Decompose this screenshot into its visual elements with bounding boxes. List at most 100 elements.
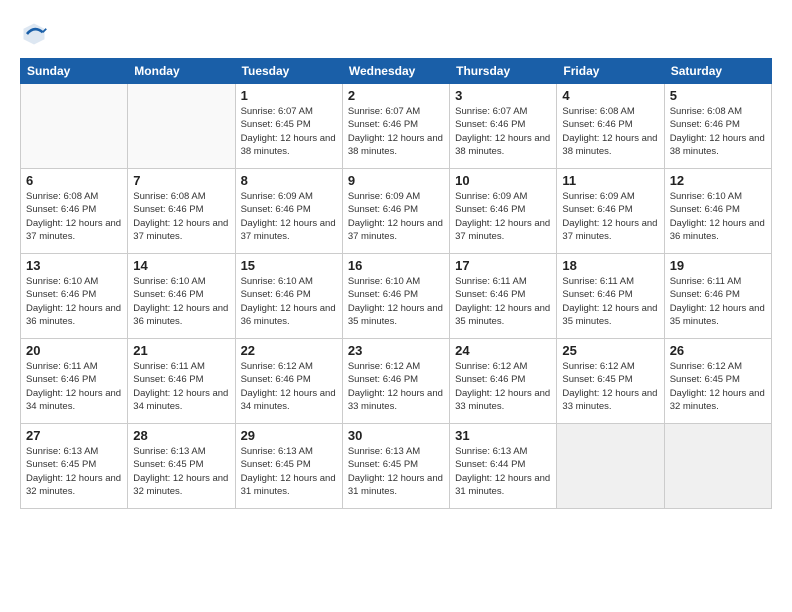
day-info: Sunrise: 6:11 AM Sunset: 6:46 PM Dayligh… <box>455 275 551 328</box>
calendar-cell <box>557 424 664 509</box>
day-info: Sunrise: 6:10 AM Sunset: 6:46 PM Dayligh… <box>26 275 122 328</box>
day-number: 26 <box>670 343 766 358</box>
day-number: 24 <box>455 343 551 358</box>
page-header <box>20 20 772 48</box>
calendar-cell <box>128 84 235 169</box>
calendar-cell: 7 Sunrise: 6:08 AM Sunset: 6:46 PM Daylig… <box>128 169 235 254</box>
calendar-cell: 27 Sunrise: 6:13 AM Sunset: 6:45 PM Dayli… <box>21 424 128 509</box>
calendar-cell: 10 Sunrise: 6:09 AM Sunset: 6:46 PM Dayli… <box>450 169 557 254</box>
calendar-cell: 2 Sunrise: 6:07 AM Sunset: 6:46 PM Daylig… <box>342 84 449 169</box>
logo <box>20 20 52 48</box>
day-number: 12 <box>670 173 766 188</box>
day-info: Sunrise: 6:09 AM Sunset: 6:46 PM Dayligh… <box>562 190 658 243</box>
day-info: Sunrise: 6:12 AM Sunset: 6:46 PM Dayligh… <box>241 360 337 413</box>
day-info: Sunrise: 6:10 AM Sunset: 6:46 PM Dayligh… <box>670 190 766 243</box>
day-info: Sunrise: 6:13 AM Sunset: 6:45 PM Dayligh… <box>26 445 122 498</box>
calendar-cell: 21 Sunrise: 6:11 AM Sunset: 6:46 PM Dayli… <box>128 339 235 424</box>
calendar-cell: 1Sunrise: 6:07 AM Sunset: 6:45 PM Daylig… <box>235 84 342 169</box>
day-number: 17 <box>455 258 551 273</box>
day-number: 18 <box>562 258 658 273</box>
day-number: 22 <box>241 343 337 358</box>
day-info: Sunrise: 6:08 AM Sunset: 6:46 PM Dayligh… <box>26 190 122 243</box>
day-info: Sunrise: 6:08 AM Sunset: 6:46 PM Dayligh… <box>562 105 658 158</box>
day-info: Sunrise: 6:13 AM Sunset: 6:45 PM Dayligh… <box>133 445 229 498</box>
calendar-cell <box>21 84 128 169</box>
calendar-cell: 13 Sunrise: 6:10 AM Sunset: 6:46 PM Dayli… <box>21 254 128 339</box>
day-info: Sunrise: 6:11 AM Sunset: 6:46 PM Dayligh… <box>562 275 658 328</box>
day-info: Sunrise: 6:09 AM Sunset: 6:46 PM Dayligh… <box>348 190 444 243</box>
calendar-cell: 11Sunrise: 6:09 AM Sunset: 6:46 PM Dayli… <box>557 169 664 254</box>
weekday-header: Sunday <box>21 59 128 84</box>
calendar-cell: 22 Sunrise: 6:12 AM Sunset: 6:46 PM Dayli… <box>235 339 342 424</box>
calendar-cell: 4 Sunrise: 6:08 AM Sunset: 6:46 PM Daylig… <box>557 84 664 169</box>
day-number: 4 <box>562 88 658 103</box>
calendar-cell: 31 Sunrise: 6:13 AM Sunset: 6:44 PM Dayli… <box>450 424 557 509</box>
calendar-cell: 12 Sunrise: 6:10 AM Sunset: 6:46 PM Dayli… <box>664 169 771 254</box>
calendar-cell: 6 Sunrise: 6:08 AM Sunset: 6:46 PM Daylig… <box>21 169 128 254</box>
calendar-cell: 9 Sunrise: 6:09 AM Sunset: 6:46 PM Daylig… <box>342 169 449 254</box>
calendar-table: SundayMondayTuesdayWednesdayThursdayFrid… <box>20 58 772 509</box>
day-number: 7 <box>133 173 229 188</box>
day-number: 20 <box>26 343 122 358</box>
calendar-cell: 25Sunrise: 6:12 AM Sunset: 6:45 PM Dayli… <box>557 339 664 424</box>
calendar-cell: 30 Sunrise: 6:13 AM Sunset: 6:45 PM Dayli… <box>342 424 449 509</box>
calendar-cell: 14Sunrise: 6:10 AM Sunset: 6:46 PM Dayli… <box>128 254 235 339</box>
day-number: 15 <box>241 258 337 273</box>
calendar-body: 1Sunrise: 6:07 AM Sunset: 6:45 PM Daylig… <box>21 84 772 509</box>
weekday-header: Wednesday <box>342 59 449 84</box>
calendar-cell: 29 Sunrise: 6:13 AM Sunset: 6:45 PM Dayli… <box>235 424 342 509</box>
day-number: 10 <box>455 173 551 188</box>
calendar-cell: 15 Sunrise: 6:10 AM Sunset: 6:46 PM Dayli… <box>235 254 342 339</box>
calendar-cell: 20 Sunrise: 6:11 AM Sunset: 6:46 PM Dayli… <box>21 339 128 424</box>
day-info: Sunrise: 6:11 AM Sunset: 6:46 PM Dayligh… <box>133 360 229 413</box>
weekday-header: Saturday <box>664 59 771 84</box>
calendar-cell: 3 Sunrise: 6:07 AM Sunset: 6:46 PM Daylig… <box>450 84 557 169</box>
day-info: Sunrise: 6:10 AM Sunset: 6:46 PM Dayligh… <box>348 275 444 328</box>
day-number: 14 <box>133 258 229 273</box>
calendar-cell: 8 Sunrise: 6:09 AM Sunset: 6:46 PM Daylig… <box>235 169 342 254</box>
day-info: Sunrise: 6:07 AM Sunset: 6:46 PM Dayligh… <box>348 105 444 158</box>
day-number: 8 <box>241 173 337 188</box>
day-number: 2 <box>348 88 444 103</box>
calendar-week-row: 1Sunrise: 6:07 AM Sunset: 6:45 PM Daylig… <box>21 84 772 169</box>
day-info: Sunrise: 6:07 AM Sunset: 6:45 PM Dayligh… <box>241 105 337 158</box>
logo-icon <box>20 20 48 48</box>
calendar-cell: 18 Sunrise: 6:11 AM Sunset: 6:46 PM Dayli… <box>557 254 664 339</box>
day-number: 28 <box>133 428 229 443</box>
weekday-row: SundayMondayTuesdayWednesdayThursdayFrid… <box>21 59 772 84</box>
weekday-header: Monday <box>128 59 235 84</box>
day-number: 31 <box>455 428 551 443</box>
day-number: 27 <box>26 428 122 443</box>
day-number: 6 <box>26 173 122 188</box>
calendar-cell: 5Sunrise: 6:08 AM Sunset: 6:46 PM Daylig… <box>664 84 771 169</box>
calendar-cell: 28 Sunrise: 6:13 AM Sunset: 6:45 PM Dayli… <box>128 424 235 509</box>
day-number: 30 <box>348 428 444 443</box>
weekday-header: Thursday <box>450 59 557 84</box>
day-info: Sunrise: 6:11 AM Sunset: 6:46 PM Dayligh… <box>26 360 122 413</box>
calendar-week-row: 13 Sunrise: 6:10 AM Sunset: 6:46 PM Dayli… <box>21 254 772 339</box>
day-number: 13 <box>26 258 122 273</box>
day-info: Sunrise: 6:13 AM Sunset: 6:45 PM Dayligh… <box>241 445 337 498</box>
day-info: Sunrise: 6:07 AM Sunset: 6:46 PM Dayligh… <box>455 105 551 158</box>
day-number: 25 <box>562 343 658 358</box>
weekday-header: Friday <box>557 59 664 84</box>
day-info: Sunrise: 6:09 AM Sunset: 6:46 PM Dayligh… <box>455 190 551 243</box>
day-info: Sunrise: 6:13 AM Sunset: 6:45 PM Dayligh… <box>348 445 444 498</box>
calendar-cell <box>664 424 771 509</box>
day-number: 21 <box>133 343 229 358</box>
day-info: Sunrise: 6:13 AM Sunset: 6:44 PM Dayligh… <box>455 445 551 498</box>
calendar-week-row: 27 Sunrise: 6:13 AM Sunset: 6:45 PM Dayli… <box>21 424 772 509</box>
day-info: Sunrise: 6:12 AM Sunset: 6:46 PM Dayligh… <box>455 360 551 413</box>
day-number: 3 <box>455 88 551 103</box>
day-info: Sunrise: 6:09 AM Sunset: 6:46 PM Dayligh… <box>241 190 337 243</box>
day-number: 29 <box>241 428 337 443</box>
calendar-cell: 17 Sunrise: 6:11 AM Sunset: 6:46 PM Dayli… <box>450 254 557 339</box>
calendar-cell: 19Sunrise: 6:11 AM Sunset: 6:46 PM Dayli… <box>664 254 771 339</box>
day-info: Sunrise: 6:10 AM Sunset: 6:46 PM Dayligh… <box>241 275 337 328</box>
calendar-cell: 24 Sunrise: 6:12 AM Sunset: 6:46 PM Dayli… <box>450 339 557 424</box>
day-info: Sunrise: 6:12 AM Sunset: 6:46 PM Dayligh… <box>348 360 444 413</box>
day-info: Sunrise: 6:08 AM Sunset: 6:46 PM Dayligh… <box>133 190 229 243</box>
calendar-cell: 23Sunrise: 6:12 AM Sunset: 6:46 PM Dayli… <box>342 339 449 424</box>
calendar-week-row: 20 Sunrise: 6:11 AM Sunset: 6:46 PM Dayli… <box>21 339 772 424</box>
day-number: 9 <box>348 173 444 188</box>
